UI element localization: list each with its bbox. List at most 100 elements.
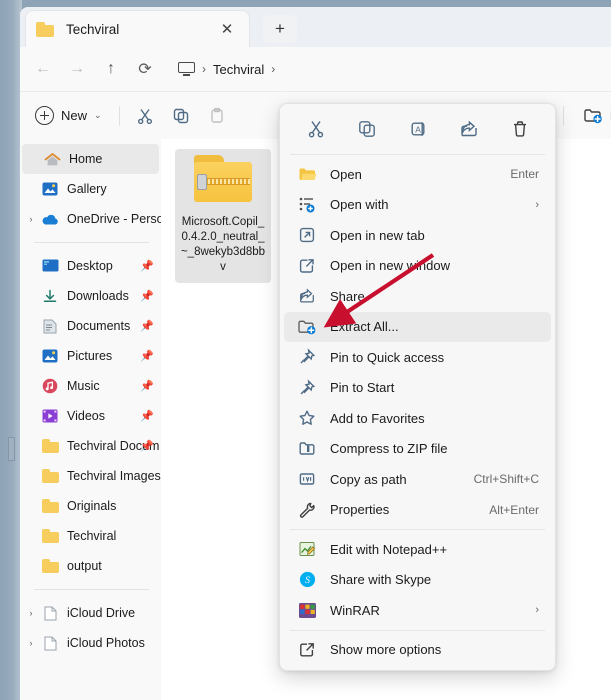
context-menu-item-pin-to-start[interactable]: Pin to Start xyxy=(284,373,551,404)
pin-icon[interactable]: 📌 xyxy=(140,290,154,303)
sidebar-item-pictures[interactable]: › Pictures 📌 xyxy=(20,341,161,371)
sidebar-item-label: Desktop xyxy=(67,259,113,273)
chevron-right-icon[interactable]: › xyxy=(22,638,40,648)
context-menu-item-edit-with-notepadpp[interactable]: Edit with Notepad++ xyxy=(284,534,551,565)
home-icon xyxy=(42,152,62,167)
cut-icon[interactable] xyxy=(297,112,335,146)
context-menu-item-open-in-new-tab[interactable]: Open in new tab xyxy=(284,220,551,251)
context-menu-item-pin-to-quick-access[interactable]: Pin to Quick access xyxy=(284,342,551,373)
pin-icon[interactable]: 📌 xyxy=(140,320,154,333)
breadcrumb-segment-techviral[interactable]: Techviral xyxy=(213,62,264,77)
pin-icon[interactable]: 📌 xyxy=(140,410,154,423)
pin-icon[interactable]: 📌 xyxy=(140,260,154,273)
properties-icon xyxy=(297,501,317,519)
sidebar-item-onedrive[interactable]: › OneDrive - Persona xyxy=(20,204,161,234)
new-button[interactable]: New ⌄ xyxy=(30,100,111,132)
sidebar-item-label: Home xyxy=(69,152,102,166)
breadcrumb-separator-trailing[interactable]: › xyxy=(266,62,280,76)
folder-icon xyxy=(40,499,60,513)
sidebar-item-documents[interactable]: › Documents 📌 xyxy=(20,311,161,341)
sidebar-item-techviral-documents[interactable]: › Techviral Docum 📌 xyxy=(20,431,161,461)
new-tab-icon xyxy=(297,226,317,244)
context-menu-item-properties[interactable]: Properties Alt+Enter xyxy=(284,495,551,526)
context-menu-divider xyxy=(290,529,545,530)
context-menu-item-share-with-skype[interactable]: S Share with Skype xyxy=(284,565,551,596)
pin-icon[interactable]: 📌 xyxy=(140,440,154,453)
sidebar-divider xyxy=(34,589,149,590)
chevron-right-icon[interactable]: › xyxy=(22,214,40,224)
chevron-right-icon[interactable]: › xyxy=(535,199,539,211)
context-menu-item-open[interactable]: Open Enter xyxy=(284,159,551,190)
pin-icon[interactable]: 📌 xyxy=(140,380,154,393)
refresh-button[interactable]: ⟳ xyxy=(128,53,162,85)
pin-icon[interactable]: 📌 xyxy=(140,350,154,363)
sidebar-item-techviral[interactable]: › Techviral xyxy=(20,521,161,551)
sidebar-item-icloud-photos[interactable]: › iCloud Photos xyxy=(20,628,161,658)
forward-button[interactable]: → xyxy=(60,53,94,85)
folder-open-icon xyxy=(297,166,317,182)
sidebar-item-label: Gallery xyxy=(67,182,107,196)
context-menu[interactable]: A Open Enter xyxy=(279,103,556,671)
context-menu-item-copy-as-path[interactable]: Copy as path Ctrl+Shift+C xyxy=(284,464,551,495)
share-icon[interactable] xyxy=(450,112,488,146)
toolbar-divider xyxy=(119,106,120,126)
chevron-right-icon[interactable]: › xyxy=(535,604,539,616)
breadcrumb[interactable]: › Techviral › xyxy=(172,53,605,85)
close-icon[interactable]: ✕ xyxy=(215,17,239,41)
sidebar-item-label: output xyxy=(67,559,102,573)
sidebar-item-label: Music xyxy=(67,379,100,393)
context-menu-item-compress-to-zip[interactable]: Compress to ZIP file xyxy=(284,434,551,465)
context-menu-divider xyxy=(290,630,545,631)
copy-path-icon xyxy=(297,471,317,487)
new-tab-button[interactable]: + xyxy=(263,15,297,43)
context-menu-item-accel: Ctrl+Shift+C xyxy=(474,472,539,486)
notepadpp-icon xyxy=(297,541,317,557)
desktop-backdrop-strip xyxy=(0,0,22,700)
videos-icon xyxy=(40,409,60,423)
this-pc-icon[interactable] xyxy=(178,62,195,76)
context-menu-item-open-in-new-window[interactable]: Open in new window xyxy=(284,251,551,282)
context-menu-item-extract-all[interactable]: Extract All... xyxy=(284,312,551,343)
sidebar-item-icloud-drive[interactable]: › iCloud Drive xyxy=(20,598,161,628)
chevron-down-icon[interactable]: ⌄ xyxy=(94,110,102,121)
up-button[interactable]: ↑ xyxy=(94,53,128,85)
sidebar-item-music[interactable]: › Music 📌 xyxy=(20,371,161,401)
folder-icon xyxy=(40,529,60,543)
copy-icon[interactable] xyxy=(164,100,198,132)
context-menu-item-open-with[interactable]: Open with › xyxy=(284,190,551,221)
new-window-icon xyxy=(297,257,317,275)
open-with-icon xyxy=(297,196,317,213)
sidebar-item-output[interactable]: › output xyxy=(20,551,161,581)
icloud-file-icon xyxy=(40,606,60,621)
pictures-icon xyxy=(40,349,60,363)
tab-techviral[interactable]: Techviral ✕ xyxy=(25,10,250,47)
cut-icon[interactable] xyxy=(128,100,162,132)
sidebar-item-desktop[interactable]: › Desktop 📌 xyxy=(20,251,161,281)
background-scrollbar-thumb[interactable] xyxy=(8,437,15,461)
zip-folder-icon xyxy=(192,155,254,205)
back-button[interactable]: ← xyxy=(26,53,60,85)
sidebar-item-downloads[interactable]: › Downloads 📌 xyxy=(20,281,161,311)
onedrive-icon xyxy=(40,213,60,226)
navigation-bar: ← → ↑ ⟳ › Techviral › xyxy=(20,47,611,92)
context-menu-item-label: Copy as path xyxy=(330,472,466,487)
sidebar-item-home[interactable]: › Home xyxy=(22,144,159,174)
copy-icon[interactable] xyxy=(348,112,386,146)
sidebar-item-gallery[interactable]: › Gallery xyxy=(20,174,161,204)
file-item-zip[interactable]: Microsoft.Copil_0.4.2.0_neutral_~_8wekyb… xyxy=(175,149,271,283)
context-menu-item-share[interactable]: Share xyxy=(284,281,551,312)
delete-icon[interactable] xyxy=(501,112,539,146)
rename-icon[interactable]: A xyxy=(399,112,437,146)
sidebar-item-label: iCloud Drive xyxy=(67,606,135,620)
context-menu-item-show-more-options[interactable]: Show more options xyxy=(284,635,551,666)
plus-icon xyxy=(35,106,54,125)
skype-icon: S xyxy=(297,571,317,588)
share-icon xyxy=(297,287,317,305)
context-menu-item-winrar[interactable]: WinRAR › xyxy=(284,595,551,626)
sidebar-item-techviral-images[interactable]: › Techviral Images xyxy=(20,461,161,491)
chevron-right-icon[interactable]: › xyxy=(22,608,40,618)
context-menu-item-add-to-favorites[interactable]: Add to Favorites xyxy=(284,403,551,434)
context-menu-item-label: Open with xyxy=(330,197,527,212)
sidebar-item-videos[interactable]: › Videos 📌 xyxy=(20,401,161,431)
sidebar-item-originals[interactable]: › Originals xyxy=(20,491,161,521)
